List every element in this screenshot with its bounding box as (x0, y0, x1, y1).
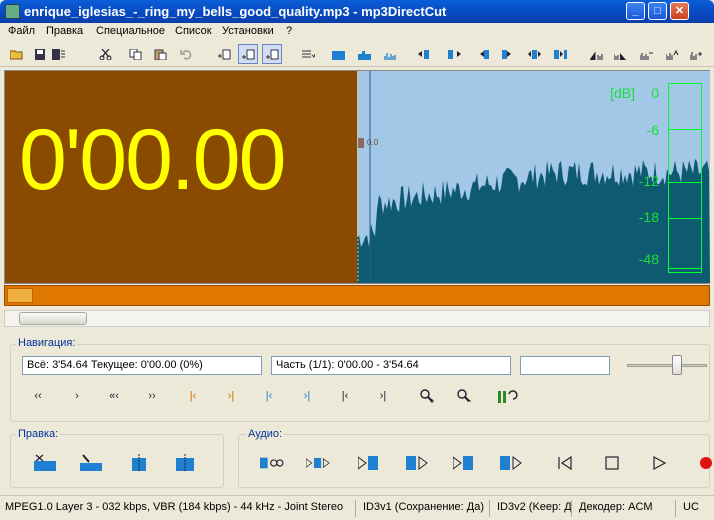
menu-help[interactable]: ? (286, 25, 292, 37)
shrink-selection-icon[interactable] (550, 44, 570, 64)
expand-selection-icon[interactable] (524, 44, 544, 64)
nav-fast-back-icon[interactable]: «‹ (103, 385, 125, 407)
nav-prev-marker-icon[interactable]: |‹ (182, 385, 204, 407)
wave-medium-icon[interactable] (354, 44, 374, 64)
nav-next-marker-icon[interactable]: ›| (220, 385, 242, 407)
play-from-start-icon[interactable] (405, 450, 431, 476)
close-button[interactable]: ✕ (670, 2, 689, 20)
db-label-12: -12 (638, 173, 659, 189)
position-bar[interactable] (4, 285, 710, 306)
fade-out-icon[interactable] (610, 44, 630, 64)
cut-selection-icon[interactable] (32, 450, 58, 476)
gain-icon[interactable] (686, 44, 706, 64)
nav-back-icon[interactable]: ‹‹ (27, 385, 49, 407)
menu-file[interactable]: Файл (8, 25, 35, 37)
select-start-icon[interactable] (472, 44, 492, 64)
position-thumb[interactable] (7, 288, 33, 303)
menu-edit[interactable]: Правка (46, 25, 83, 37)
volume-change-icon[interactable] (662, 44, 682, 64)
page-edit-icon[interactable] (262, 44, 282, 64)
window-title: enrique_iglesias_-_ring_my_bells_good_qu… (24, 4, 447, 19)
nav-end-icon[interactable]: ›| (372, 385, 394, 407)
status-format: MPEG1.0 Layer 3 - 032 kbps, VBR (184 kbp… (2, 500, 356, 517)
title-bar[interactable]: enrique_iglesias_-_ring_my_bells_good_qu… (0, 0, 714, 23)
horizontal-scrollbar[interactable] (4, 310, 710, 327)
cut-icon[interactable] (95, 44, 115, 64)
edit-label: Правка: (16, 428, 61, 440)
status-id3v1: ID3v1 (Сохранение: Да) (360, 500, 490, 517)
save-list-icon[interactable] (48, 44, 68, 64)
status-bar: MPEG1.0 Layer 3 - 032 kbps, VBR (184 kbp… (0, 495, 714, 520)
open-icon[interactable] (6, 44, 26, 64)
page-icon[interactable] (214, 44, 234, 64)
nav-selection-end-icon[interactable]: ›| (296, 385, 318, 407)
navigation-label: Навигация: (16, 337, 78, 349)
menu-list[interactable]: Список (175, 25, 212, 37)
menu-special[interactable]: Специальное (96, 25, 165, 37)
marker-value: 0.0 (367, 138, 379, 147)
nav-selection-start-icon[interactable]: |‹ (258, 385, 280, 407)
status-id3v2: ID3v2 (Keep: Д (494, 500, 572, 517)
zoom-in-icon[interactable] (414, 383, 440, 409)
db-label-0: 0 (651, 85, 659, 101)
audio-label: Аудио: (246, 428, 285, 440)
part-field: Часть (1/1): 0'00.00 - 3'54.64 (271, 356, 511, 375)
play-selection-icon[interactable] (306, 450, 332, 476)
play-loop-icon[interactable] (260, 450, 286, 476)
total-current-field: Всё: 3'54.64 Текущее: 0'00.00 (0%) (22, 356, 262, 375)
cut-marker[interactable] (358, 138, 364, 148)
menu-settings[interactable]: Установки (222, 25, 274, 37)
db-label-6: -6 (646, 122, 659, 138)
wave-small-icon[interactable] (380, 44, 400, 64)
play-icon[interactable] (646, 450, 672, 476)
paste-selection-icon[interactable] (78, 450, 104, 476)
play-to-selection-icon[interactable] (356, 450, 382, 476)
undo-icon[interactable] (176, 44, 196, 64)
skip-back-icon[interactable] (552, 450, 578, 476)
paste-icon[interactable] (150, 44, 170, 64)
db-label-48: -48 (638, 251, 659, 267)
scrollbar-thumb[interactable] (19, 312, 87, 325)
page-select-icon[interactable] (238, 44, 258, 64)
move-right-icon[interactable] (444, 44, 464, 64)
normalize-icon[interactable] (636, 44, 656, 64)
minimize-button[interactable]: _ (626, 2, 645, 20)
speed-slider-thumb[interactable] (672, 355, 682, 375)
insert-marker-icon[interactable] (126, 450, 152, 476)
select-end-icon[interactable] (498, 44, 518, 64)
play-end-region-icon[interactable] (499, 450, 525, 476)
db-label-18: -18 (638, 209, 659, 225)
time-display: 0'00.00 (19, 112, 286, 208)
move-left-icon[interactable] (414, 44, 434, 64)
split-marker-icon[interactable] (172, 450, 198, 476)
pause-loop-icon[interactable] (495, 383, 521, 409)
stop-icon[interactable] (599, 450, 625, 476)
copy-icon[interactable] (125, 44, 145, 64)
play-from-end-icon[interactable] (452, 450, 478, 476)
wave-full-icon[interactable] (328, 44, 348, 64)
nav-start-icon[interactable]: |‹ (334, 385, 356, 407)
status-last: UC (683, 501, 699, 513)
zoom-out-icon[interactable] (451, 383, 477, 409)
record-icon[interactable] (693, 450, 714, 476)
maximize-button[interactable]: □ (648, 2, 667, 20)
app-icon[interactable] (5, 4, 20, 19)
fade-in-icon[interactable] (586, 44, 606, 64)
extra-field (520, 356, 610, 375)
nav-fast-forward-icon[interactable]: ›› (141, 385, 163, 407)
save-icon[interactable] (30, 44, 50, 64)
waveform-display[interactable]: 0'00.00 0.0 [dB] 0 -6 -12 -18 -48 (4, 70, 710, 284)
status-decoder: Декодер: ACM (576, 500, 676, 517)
options-icon[interactable] (298, 44, 318, 64)
toolbar (0, 41, 714, 67)
level-meter (668, 83, 702, 273)
speed-slider-track[interactable] (627, 364, 707, 367)
nav-forward-icon[interactable]: › (66, 385, 88, 407)
menu-bar: Файл Правка Специальное Список Установки… (0, 23, 714, 41)
